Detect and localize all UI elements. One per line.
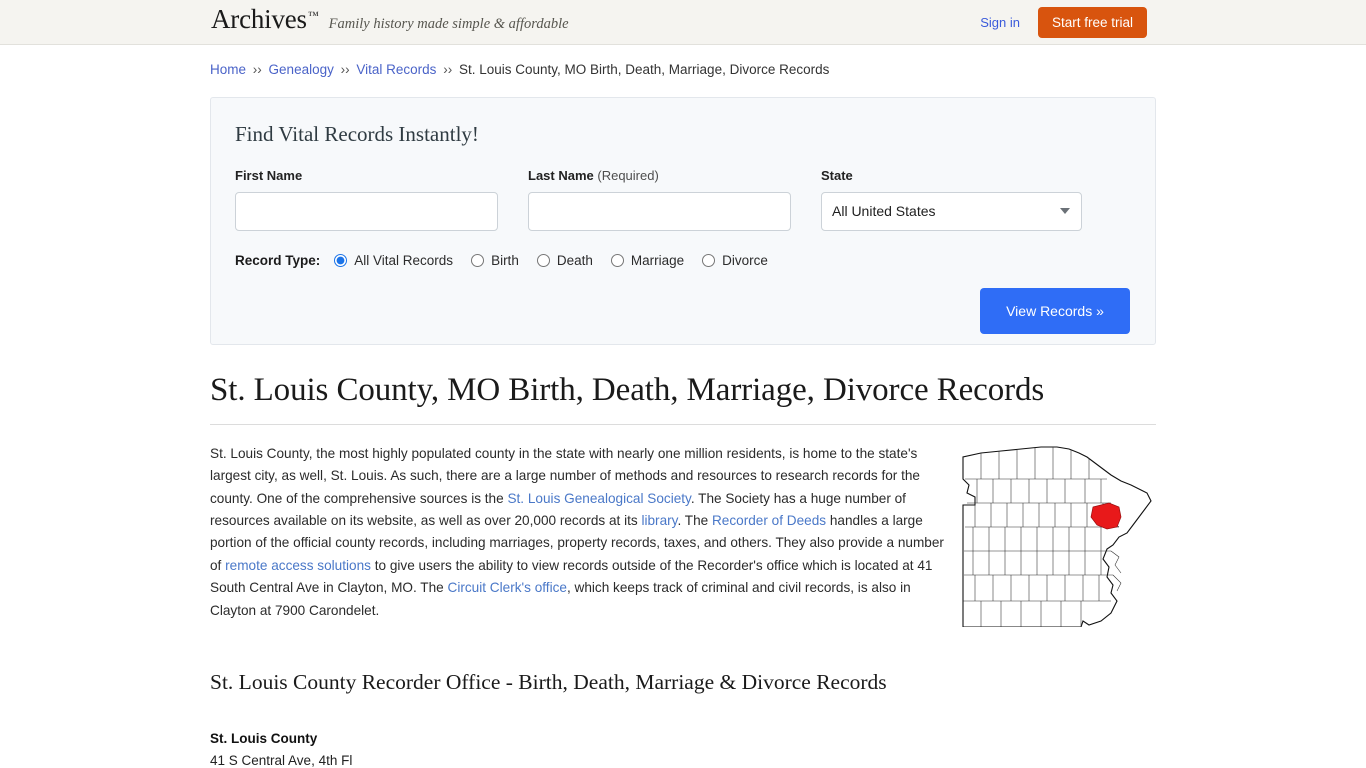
state-label-text: State [821, 167, 853, 183]
content-container: Home ›› Genealogy ›› Vital Records ›› St… [210, 45, 1156, 768]
record-type-option-all[interactable]: All Vital Records [334, 253, 453, 268]
record-type-option-divorce[interactable]: Divorce [702, 253, 768, 268]
record-type-option-death-label: Death [556, 252, 593, 268]
record-type-radio-death[interactable] [536, 253, 550, 267]
trademark-icon: ™ [307, 10, 319, 22]
first-name-field-group: First Name [235, 169, 498, 231]
start-free-trial-button[interactable]: Start free trial [1037, 6, 1147, 39]
header-actions: Sign in Start free trial [980, 0, 1147, 45]
last-name-label-text: Last Name [528, 167, 594, 183]
submit-row: View Records » [235, 287, 1131, 334]
content-row: St. Louis County, the most highly popula… [210, 443, 1156, 627]
record-type-radio-marriage[interactable] [610, 253, 624, 267]
breadcrumb: Home ›› Genealogy ›› Vital Records ›› St… [210, 45, 1156, 80]
record-type-option-death[interactable]: Death [536, 252, 593, 268]
state-select-wrapper: All United States [821, 191, 1082, 231]
link-remote-access-solutions[interactable]: remote access solutions [225, 558, 371, 573]
brand-tagline: Family history made simple & affordable [328, 16, 569, 32]
state-field-group: State All United States [821, 169, 1082, 231]
first-name-label-text: First Name [235, 167, 303, 183]
last-name-label: Last Name (Required) [528, 169, 791, 182]
breadcrumb-item-genealogy[interactable]: Genealogy [269, 62, 334, 77]
record-type-radio-birth[interactable] [471, 253, 485, 267]
address-name: St. Louis County [210, 731, 318, 747]
brand-name: Archives [211, 4, 307, 34]
missouri-county-map-image [962, 446, 1152, 627]
search-fields-row: First Name Last Name (Required) State Al… [235, 169, 1131, 231]
title-divider [210, 423, 1156, 425]
record-type-radio-divorce[interactable] [702, 253, 716, 267]
record-type-option-marriage[interactable]: Marriage [610, 252, 685, 268]
record-type-row: Record Type: All Vital Records Birth Dea… [235, 253, 1131, 268]
page-body: Home ›› Genealogy ›› Vital Records ›› St… [0, 45, 1366, 768]
record-type-option-marriage-label: Marriage [630, 252, 685, 268]
intro-text-4: . The [677, 513, 712, 529]
page-title: St. Louis County, MO Birth, Death, Marri… [210, 371, 1045, 408]
last-name-input[interactable] [528, 191, 791, 231]
link-st-louis-genealogical-society[interactable]: St. Louis Genealogical Society [507, 491, 690, 506]
breadcrumb-item-home[interactable]: Home [210, 62, 246, 77]
record-type-option-birth[interactable]: Birth [471, 253, 519, 268]
record-type-option-all-label: All Vital Records [354, 252, 454, 268]
vital-records-search-form: Find Vital Records Instantly! First Name… [210, 96, 1156, 345]
recorder-office-address: St. Louis County 41 S Central Ave, 4th F… [210, 728, 1156, 768]
intro-paragraph: St. Louis County, the most highly popula… [210, 443, 950, 622]
record-type-radio-all[interactable] [334, 253, 348, 267]
breadcrumb-item-current: St. Louis County, MO Birth, Death, Marri… [458, 62, 830, 77]
recorder-office-section-title: St. Louis County Recorder Office - Birth… [210, 670, 887, 695]
last-name-required-note: (Required) [597, 167, 659, 183]
brand-logo[interactable]: Archives ™ Family history made simple & … [211, 6, 569, 33]
breadcrumb-separator: ›› [340, 62, 350, 77]
breadcrumb-item-vital-records[interactable]: Vital Records [356, 62, 436, 77]
link-recorder-of-deeds[interactable]: Recorder of Deeds [712, 513, 826, 528]
link-circuit-clerks-office[interactable]: Circuit Clerk's office [448, 580, 567, 595]
state-label: State [821, 169, 1082, 182]
search-form-title: Find Vital Records Instantly! [235, 121, 479, 146]
breadcrumb-separator: ›› [252, 62, 262, 77]
state-select[interactable]: All United States [821, 191, 1082, 231]
first-name-input[interactable] [235, 191, 498, 231]
record-type-label: Record Type: [235, 252, 321, 268]
address-line-1: 41 S Central Ave, 4th Fl [210, 753, 353, 768]
link-library[interactable]: library [641, 513, 677, 528]
first-name-label: First Name [235, 169, 498, 182]
breadcrumb-separator: ›› [443, 62, 453, 77]
record-type-option-birth-label: Birth [491, 252, 519, 268]
record-type-option-divorce-label: Divorce [722, 252, 768, 268]
view-records-button[interactable]: View Records » [980, 287, 1130, 334]
last-name-field-group: Last Name (Required) [528, 169, 791, 231]
sign-in-link[interactable]: Sign in [980, 15, 1020, 30]
site-header: Archives ™ Family history made simple & … [0, 0, 1366, 45]
